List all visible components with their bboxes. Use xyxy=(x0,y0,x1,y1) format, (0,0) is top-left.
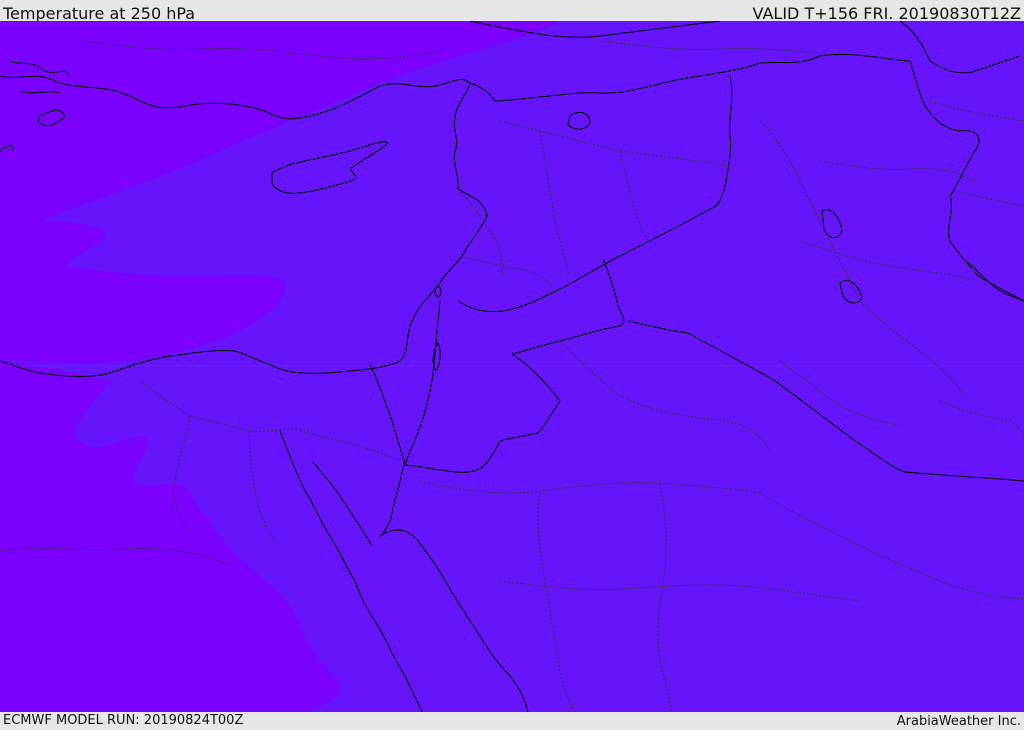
header-bar: Temperature at 250 hPa VALID T+156 FRI. … xyxy=(0,0,1024,23)
model-run-label: ECMWF MODEL RUN: 20190824T00Z xyxy=(3,713,244,728)
credit-label: ArabiaWeather Inc. xyxy=(896,714,1021,729)
footer-bar: ECMWF MODEL RUN: 20190824T00Z ArabiaWeat… xyxy=(0,712,1024,729)
map-panel[interactable] xyxy=(0,21,1024,712)
temperature-map[interactable] xyxy=(0,21,1024,712)
